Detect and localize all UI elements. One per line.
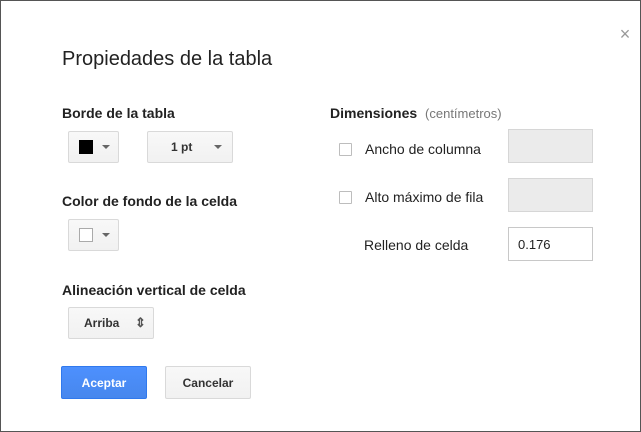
cell-padding-label: Relleno de celda — [364, 237, 469, 253]
close-icon[interactable]: × — [616, 25, 634, 43]
max-row-height-input[interactable] — [508, 178, 593, 212]
accept-button[interactable]: Aceptar — [61, 366, 147, 399]
cell-background-swatch — [79, 228, 93, 242]
column-width-input[interactable] — [508, 129, 593, 163]
dialog-title: Propiedades de la tabla — [62, 48, 273, 70]
chevron-down-icon — [102, 233, 110, 237]
cell-background-color-button[interactable] — [68, 219, 119, 251]
table-properties-dialog: × Propiedades de la tabla Borde de la ta… — [0, 0, 641, 432]
dimensions-unit: (centímetros) — [425, 106, 502, 121]
max-row-height-label: Alto máximo de fila — [365, 189, 484, 205]
border-color-button[interactable] — [68, 131, 119, 163]
cancel-button[interactable]: Cancelar — [165, 366, 251, 399]
column-width-label: Ancho de columna — [365, 141, 481, 157]
vertical-alignment-value: Arriba — [84, 316, 120, 330]
border-label: Borde de la tabla — [62, 105, 175, 121]
column-width-checkbox[interactable] — [339, 143, 352, 156]
border-width-dropdown[interactable]: 1 pt — [147, 131, 233, 163]
up-down-arrows-icon: ⇕ — [135, 315, 146, 330]
dimensions-label: Dimensiones (centímetros) — [330, 105, 502, 121]
chevron-down-icon — [214, 145, 222, 149]
border-width-value: 1 pt — [171, 140, 193, 154]
cell-padding-input[interactable]: 0.176 — [508, 227, 593, 261]
dimensions-title: Dimensiones — [330, 105, 418, 121]
vertical-alignment-label: Alineación vertical de celda — [62, 282, 246, 298]
chevron-down-icon — [102, 145, 110, 149]
vertical-alignment-select[interactable]: Arriba ⇕ — [68, 307, 154, 339]
max-row-height-checkbox[interactable] — [339, 191, 352, 204]
cell-background-label: Color de fondo de la celda — [62, 193, 238, 209]
border-color-swatch — [79, 140, 93, 154]
